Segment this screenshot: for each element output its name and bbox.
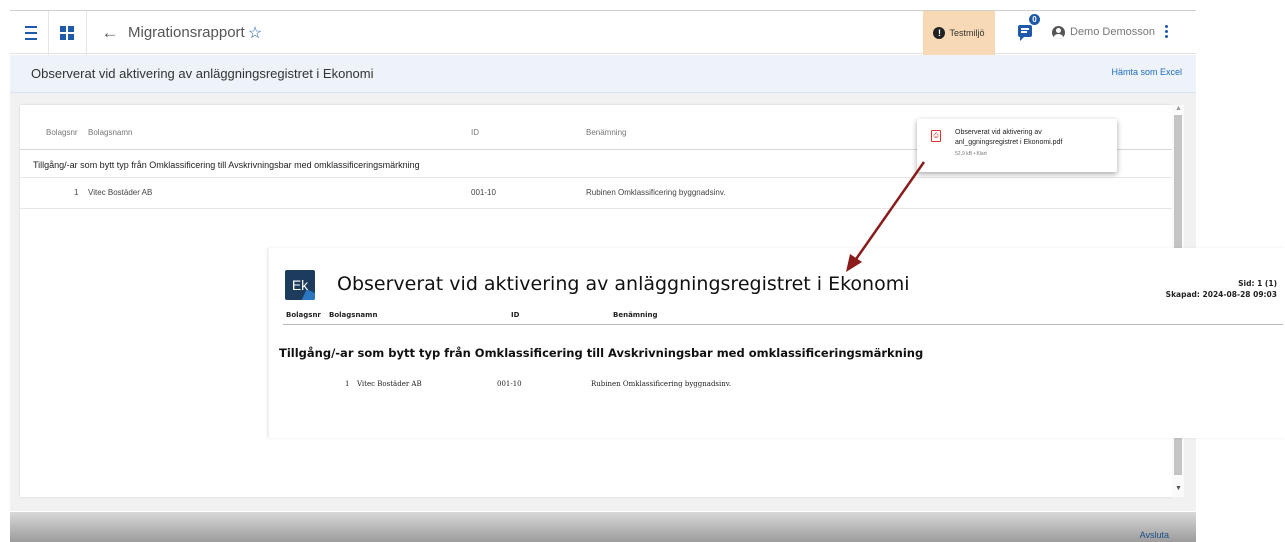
scroll-up-icon[interactable]: ▲ — [1175, 105, 1182, 112]
download-file-name[interactable]: Observerat vid aktivering av anl_ggnings… — [955, 128, 1105, 148]
pdf-column-bolagsnr: Bolagsnr — [286, 311, 321, 319]
report-header: Observerat vid aktivering av anläggnings… — [10, 55, 1196, 93]
annotation-arrow-icon — [846, 161, 926, 272]
column-header-bolagsnamn: Bolagsnamn — [88, 128, 133, 137]
group-title: Tillgång/-ar som bytt typ från Omklassif… — [33, 160, 420, 170]
pdf-page-info: Sid: 1 (1) Skapad: 2024-08-28 09:03 — [1166, 278, 1277, 300]
exit-link[interactable]: Avsluta — [1140, 530, 1169, 540]
pdf-column-bolagsnamn: Bolagsnamn — [329, 311, 378, 319]
user-avatar-icon[interactable] — [1052, 26, 1065, 39]
page-title: Migrationsrapport — [128, 24, 245, 41]
pdf-column-benamning: Benämning — [613, 311, 658, 319]
pdf-row-bolagsnr: 1 — [345, 380, 350, 388]
favorite-star-icon[interactable]: ☆ — [246, 23, 264, 43]
pdf-created-date: Skapad: 2024-08-28 09:03 — [1165, 290, 1277, 299]
pdf-page-number: Sid: 1 (1) — [1238, 279, 1277, 288]
hamburger-menu-icon[interactable] — [22, 23, 40, 43]
app-window: ← Migrationsrapport ☆ ! Testmiljö 0 Demo… — [0, 0, 1285, 542]
top-bar: ← Migrationsrapport ☆ ! Testmiljö 0 Demo… — [10, 10, 1196, 55]
environment-badge: ! Testmiljö — [923, 11, 995, 55]
footer-bar: Avsluta — [10, 512, 1196, 542]
pdf-row-benamning: Rubinen Omklassificering byggnadsinv. — [591, 380, 732, 388]
pdf-row-id: 001-10 — [497, 380, 522, 388]
row-bolagsnamn: Vitec Bostäder AB — [88, 188, 153, 197]
environment-label: Testmiljö — [949, 28, 985, 38]
pdf-file-icon: ⎙ — [931, 130, 941, 142]
column-header-id: ID — [471, 128, 479, 137]
row-divider — [20, 208, 1172, 209]
column-header-benamning: Benämning — [586, 128, 627, 137]
pdf-row-bolagsnamn: Vitec Bostäder AB — [357, 380, 422, 388]
report-title: Observerat vid aktivering av anläggnings… — [31, 66, 374, 81]
apps-grid-icon[interactable] — [59, 23, 75, 43]
divider — [86, 11, 87, 55]
info-icon: ! — [933, 27, 946, 39]
download-popup[interactable]: ⎙ Observerat vid aktivering av anl_ggnin… — [917, 119, 1117, 172]
ekonomi-logo: Ek — [285, 270, 315, 300]
row-id: 001-10 — [471, 188, 496, 197]
back-arrow-icon[interactable]: ← — [101, 23, 119, 43]
download-meta: 52,9 kB • Klart — [955, 151, 987, 157]
pdf-header-divider — [283, 324, 1283, 325]
notification-count-badge: 0 — [1028, 13, 1041, 26]
row-bolagsnr: 1 — [74, 188, 79, 197]
group-divider — [20, 177, 1172, 178]
user-name[interactable]: Demo Demosson — [1070, 26, 1155, 38]
row-benamning: Rubinen Omklassificering byggnadsinv. — [586, 188, 726, 197]
column-header-bolagsnr: Bolagsnr — [46, 128, 78, 137]
notifications-chat-icon[interactable] — [1018, 25, 1032, 41]
pdf-column-id: ID — [511, 311, 520, 319]
more-options-icon[interactable] — [1165, 25, 1169, 38]
pdf-preview: Ek Observerat vid aktivering av anläggni… — [268, 248, 1285, 438]
pdf-group-title: Tillgång/-ar som bytt typ från Omklassif… — [279, 346, 924, 360]
export-excel-link[interactable]: Hämta som Excel — [1111, 67, 1182, 77]
scroll-down-icon[interactable]: ▼ — [1175, 485, 1182, 492]
divider — [48, 11, 49, 55]
pdf-title: Observerat vid aktivering av anläggnings… — [337, 273, 910, 295]
